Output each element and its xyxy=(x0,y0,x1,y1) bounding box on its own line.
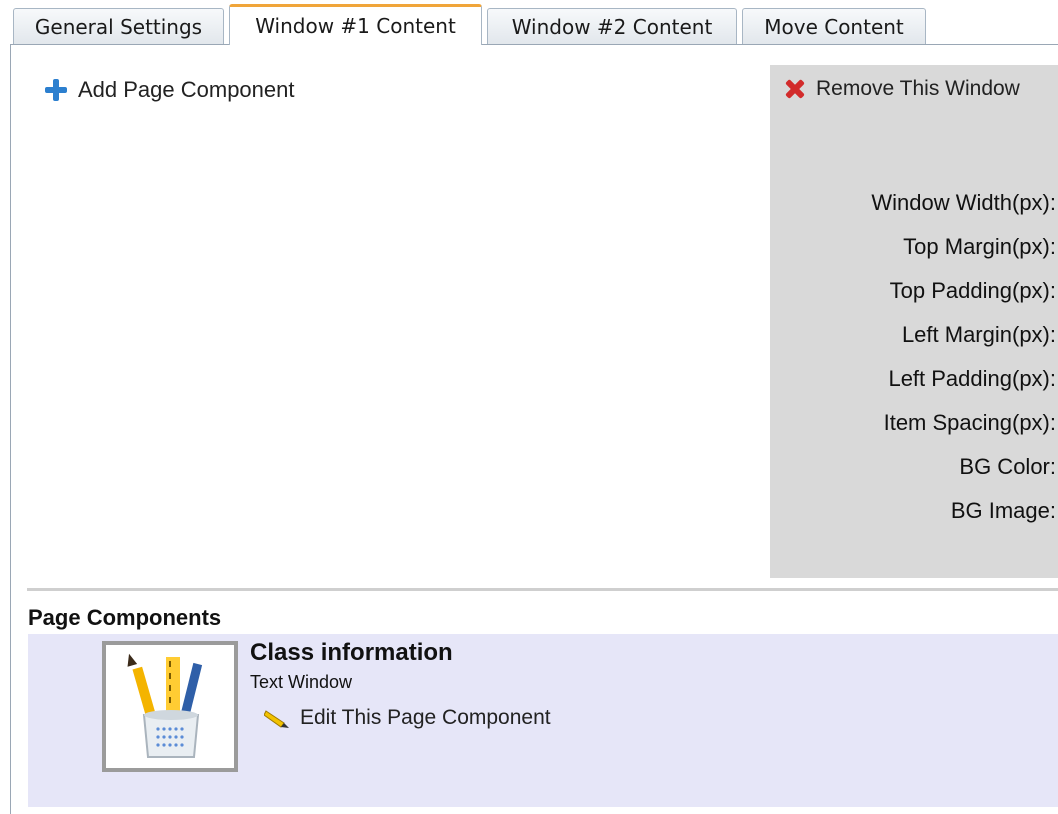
tab-general-settings[interactable]: General Settings xyxy=(13,8,224,44)
component-thumbnail xyxy=(102,641,238,772)
tab-window-2-content[interactable]: Window #2 Content xyxy=(487,8,737,44)
left-padding-label: Left Padding(px): xyxy=(888,366,1056,391)
pencil-icon xyxy=(264,710,289,728)
add-page-component-label: Add Page Component xyxy=(78,77,295,102)
add-page-component-link[interactable]: Add Page Component xyxy=(44,77,295,103)
window-content-panel: Add Page Component Remove This Window Wi… xyxy=(10,45,1058,814)
component-title: Class information xyxy=(250,639,453,666)
edit-page-component-label: Edit This Page Component xyxy=(300,706,551,729)
component-type: Text Window xyxy=(250,672,353,692)
section-divider xyxy=(27,588,1058,591)
pencil-cup-icon xyxy=(127,653,203,758)
window-settings-labels: Window Width(px): Top Margin(px): Top Pa… xyxy=(776,185,1056,537)
tab-bar: General Settings Window #1 Content Windo… xyxy=(0,0,1058,45)
tab-move-content[interactable]: Move Content xyxy=(742,8,926,44)
window-settings-panel: Remove This Window Window Width(px): Top… xyxy=(770,65,1058,578)
window-width-label: Window Width(px): xyxy=(871,190,1056,215)
left-margin-label: Left Margin(px): xyxy=(901,322,1056,347)
top-margin-label: Top Margin(px): xyxy=(903,234,1056,259)
edit-page-component-link[interactable]: Edit This Page Component xyxy=(264,706,551,730)
item-spacing-label: Item Spacing(px): xyxy=(883,410,1056,435)
tab-window-1-content[interactable]: Window #1 Content xyxy=(229,4,482,45)
plus-icon xyxy=(44,78,68,102)
close-icon xyxy=(784,78,806,100)
page-components-heading: Page Components xyxy=(28,605,222,630)
remove-window-label: Remove This Window xyxy=(816,77,1020,100)
remove-window-link[interactable]: Remove This Window xyxy=(784,77,1020,101)
page-component-item: Class information Text Window Edit This … xyxy=(28,634,1058,807)
top-padding-label: Top Padding(px): xyxy=(889,278,1056,303)
bg-color-label: BG Color: xyxy=(959,454,1056,479)
bg-image-label: BG Image: xyxy=(950,498,1056,523)
